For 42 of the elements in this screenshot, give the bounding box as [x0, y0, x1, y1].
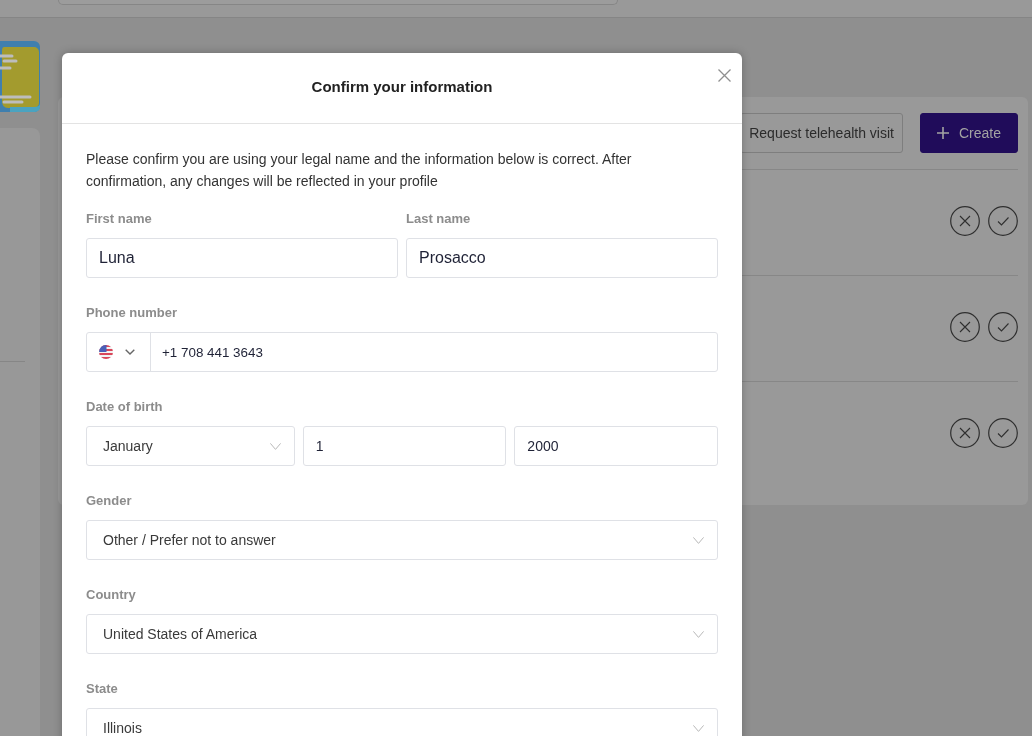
text-field[interactable]: Prosacco [406, 238, 718, 278]
plus-icon [936, 127, 949, 139]
sun-clouds-artwork [0, 41, 40, 112]
decline-button[interactable] [950, 418, 980, 448]
check-circle-icon [988, 312, 1018, 342]
select-dropdown[interactable]: Other / Prefer not to answer [86, 520, 718, 560]
dialog-title: Confirm your information [311, 77, 493, 97]
close-button[interactable] [718, 69, 731, 82]
field-label: Date of birth [86, 398, 164, 416]
flag-icon [99, 345, 113, 359]
text-field[interactable]: 2000 [514, 426, 718, 466]
x-circle-icon [950, 312, 980, 342]
x-circle-icon [950, 206, 980, 236]
check-circle-icon [988, 418, 1018, 448]
select-dropdown[interactable]: United States of America [86, 614, 718, 654]
field-label: First name [86, 210, 153, 228]
x-circle-icon [950, 418, 980, 448]
request-button[interactable]: Request telehealth visit [740, 113, 903, 153]
field-label: State [86, 680, 119, 698]
field-label: Phone number [86, 304, 178, 322]
decline-button[interactable] [950, 206, 980, 236]
chevron-down-icon [693, 724, 704, 732]
close-icon [718, 69, 731, 82]
decline-button[interactable] [950, 312, 980, 342]
text-field[interactable]: 1 [302, 426, 507, 466]
field-label: Gender [86, 492, 133, 510]
text-field[interactable]: Luna [86, 238, 398, 278]
create-button[interactable]: Create [919, 113, 1018, 153]
accept-button[interactable] [988, 206, 1018, 236]
phone-field[interactable]: +1 708 441 3643 [86, 332, 718, 372]
chevron-down-icon [693, 536, 704, 544]
field-label: Country [86, 586, 137, 604]
chevron-down-icon [125, 349, 135, 355]
accept-button[interactable] [988, 312, 1018, 342]
chevron-down-icon [269, 442, 281, 450]
select-dropdown[interactable]: Illinois [86, 708, 718, 736]
field-label: Last name [406, 210, 472, 228]
chevron-down-icon [693, 630, 704, 638]
accept-button[interactable] [988, 418, 1018, 448]
select-dropdown[interactable]: January [86, 426, 295, 466]
intro-text: Please confirm you are using your legal name and the information below is correct. After confirmation, any changes will be reflected in your profile [86, 150, 633, 191]
check-circle-icon [988, 206, 1018, 236]
